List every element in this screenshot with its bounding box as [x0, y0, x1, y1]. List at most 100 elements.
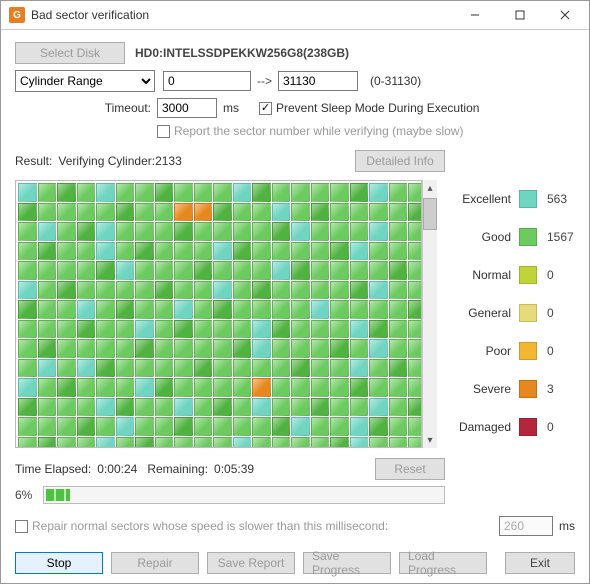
sector-cell	[213, 320, 232, 339]
sector-cell	[18, 242, 37, 261]
sector-cell	[174, 242, 193, 261]
sector-cell	[116, 378, 135, 397]
sector-cell	[350, 359, 369, 378]
sector-cell	[194, 339, 213, 358]
repair-button[interactable]: Repair	[111, 552, 199, 574]
sector-cell	[330, 437, 349, 449]
sector-cell	[213, 281, 232, 300]
legend-count: 0	[547, 268, 575, 282]
sector-cell	[291, 359, 310, 378]
reset-button[interactable]: Reset	[375, 458, 445, 480]
sector-cell	[77, 417, 96, 436]
sector-cell	[116, 281, 135, 300]
load-progress-button[interactable]: Load Progress	[399, 552, 487, 574]
sector-cell	[135, 281, 154, 300]
sector-cell	[291, 437, 310, 449]
sector-cell	[135, 378, 154, 397]
sector-cell	[369, 320, 388, 339]
legend-row: Normal0	[451, 256, 575, 294]
sector-cell	[96, 320, 115, 339]
sector-cell	[369, 222, 388, 241]
detailed-info-button[interactable]: Detailed Info	[355, 150, 445, 172]
sector-cell	[272, 339, 291, 358]
sector-cell	[174, 378, 193, 397]
sector-cell	[18, 203, 37, 222]
sector-cell	[330, 378, 349, 397]
close-button[interactable]	[542, 1, 587, 29]
sector-cell	[194, 398, 213, 417]
sector-cell	[135, 437, 154, 449]
sector-cell	[408, 242, 422, 261]
scroll-down-icon[interactable]: ▾	[423, 432, 437, 448]
sector-cell	[174, 183, 193, 202]
sector-cell	[272, 183, 291, 202]
sector-cell	[135, 183, 154, 202]
grid-scrollbar[interactable]: ▴ ▾	[422, 180, 437, 448]
maximize-button[interactable]	[497, 1, 542, 29]
sector-cell	[350, 320, 369, 339]
sector-cell	[311, 203, 330, 222]
sector-cell	[96, 417, 115, 436]
range-start-input[interactable]	[163, 71, 251, 91]
legend-name: Good	[451, 230, 511, 244]
prevent-sleep-checkbox[interactable]	[259, 102, 272, 115]
legend-count: 3	[547, 382, 575, 396]
save-report-button[interactable]: Save Report	[207, 552, 295, 574]
stop-button[interactable]: Stop	[15, 552, 103, 574]
sector-cell	[57, 417, 76, 436]
sector-cell	[408, 281, 422, 300]
sector-cell	[116, 359, 135, 378]
legend-count: 0	[547, 420, 575, 434]
sector-cell	[38, 183, 57, 202]
sector-cell	[252, 281, 271, 300]
sector-cell	[233, 183, 252, 202]
sector-cell	[135, 300, 154, 319]
percent-label: 6%	[15, 488, 43, 502]
sector-cell	[194, 183, 213, 202]
sector-cell	[369, 203, 388, 222]
sector-cell	[311, 242, 330, 261]
sector-cell	[408, 398, 422, 417]
window-title: Bad sector verification	[31, 8, 452, 22]
legend-swatch	[519, 380, 537, 398]
save-progress-button[interactable]: Save Progress	[303, 552, 391, 574]
exit-button[interactable]: Exit	[505, 552, 575, 574]
sector-cell	[369, 183, 388, 202]
repair-normal-checkbox[interactable]	[15, 520, 28, 533]
select-disk-button[interactable]: Select Disk	[15, 42, 125, 64]
scroll-up-icon[interactable]: ▴	[423, 180, 437, 196]
report-sector-checkbox[interactable]	[157, 125, 170, 138]
sector-cell	[252, 417, 271, 436]
remaining-label: Remaining:	[147, 462, 208, 476]
elapsed-value: 0:00:24	[97, 462, 137, 476]
sector-cell	[116, 437, 135, 449]
sector-cell	[213, 203, 232, 222]
sector-cell	[213, 339, 232, 358]
legend-swatch	[519, 304, 537, 322]
sector-cell	[96, 183, 115, 202]
sector-cell	[291, 300, 310, 319]
sector-cell	[311, 378, 330, 397]
sector-cell	[135, 320, 154, 339]
range-end-input[interactable]	[278, 71, 358, 91]
sector-cell	[233, 398, 252, 417]
repair-ms-input	[499, 516, 553, 536]
sector-cell	[155, 359, 174, 378]
scroll-thumb[interactable]	[423, 198, 437, 230]
result-label: Result:	[15, 154, 52, 168]
sector-cell	[77, 320, 96, 339]
timeout-input[interactable]	[157, 98, 217, 118]
sector-cell	[57, 222, 76, 241]
sector-cell	[330, 203, 349, 222]
cylinder-range-combo[interactable]: Cylinder Range	[15, 70, 155, 92]
sector-cell	[408, 437, 422, 449]
sector-cell	[77, 300, 96, 319]
sector-cell	[18, 222, 37, 241]
sector-cell	[174, 417, 193, 436]
minimize-button[interactable]	[452, 1, 497, 29]
sector-cell	[330, 339, 349, 358]
sector-cell	[155, 437, 174, 449]
sector-cell	[57, 378, 76, 397]
sector-cell	[116, 417, 135, 436]
sector-cell	[272, 203, 291, 222]
